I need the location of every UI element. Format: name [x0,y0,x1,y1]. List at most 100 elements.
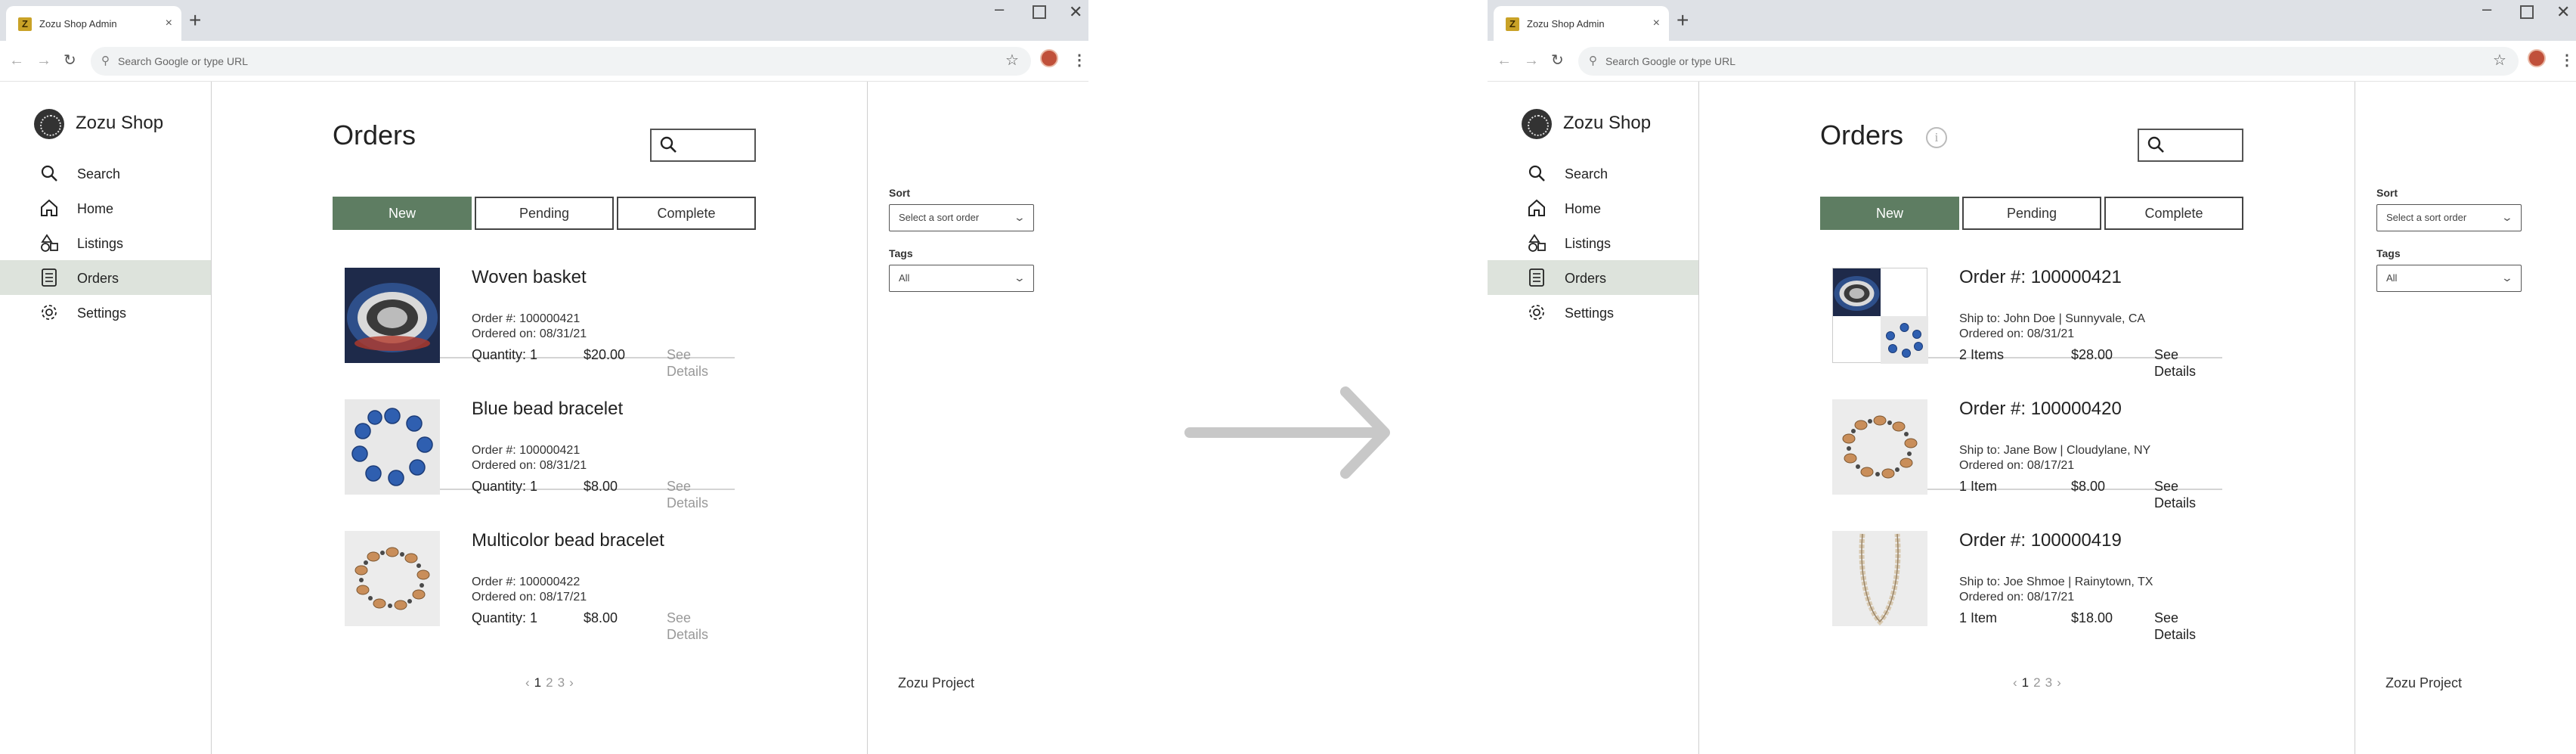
close-tab-icon[interactable]: × [1653,16,1660,31]
tab-pending[interactable]: Pending [1962,197,2101,230]
minimize-icon[interactable]: – [995,0,1004,18]
browser-tab[interactable]: Z Zozu Shop Admin × [6,6,181,41]
maximize-icon[interactable] [1033,5,1046,19]
search-input[interactable] [650,129,756,162]
maximize-icon[interactable] [2520,5,2534,19]
page-1[interactable]: 1 [534,675,541,690]
tab-new[interactable]: New [1820,197,1959,230]
list-item[interactable]: Woven basket Order #: 100000421 Ordered … [345,257,735,379]
see-details-link[interactable]: See Details [2154,346,2222,380]
search-input[interactable] [2138,129,2243,162]
sidebar-item-label: Search [77,166,121,182]
list-item[interactable]: Order #: 100000421 Ship to: John Doe | S… [1832,257,2222,379]
order-total: $8.00 [2071,479,2106,494]
see-details-link[interactable]: See Details [667,610,735,643]
item-price: $8.00 [584,610,618,625]
pagination: ‹ 1 2 3 › [523,675,576,691]
forward-icon[interactable]: → [36,51,51,70]
filter-panel: Sort Select a sort order ⌄ Tags All ⌄ Zo… [2355,82,2576,754]
tags-value: All [899,272,910,284]
prev-page-icon[interactable]: ‹ [2013,675,2017,690]
tab-complete[interactable]: Complete [617,197,756,230]
shapes-icon [1527,233,1547,253]
menu-dots-icon[interactable]: ⋮ [2559,50,2574,71]
list-item[interactable]: Blue bead bracelet Order #: 100000421 Or… [345,389,735,510]
bookmark-star-icon[interactable]: ☆ [2493,52,2506,69]
sidebar-item-search[interactable]: Search [1488,156,1698,191]
tab-pending[interactable]: Pending [475,197,614,230]
sidebar-item-search[interactable]: Search [0,156,211,191]
favicon-icon: Z [1506,17,1519,31]
sidebar-item-listings[interactable]: Listings [0,225,211,260]
new-tab-icon[interactable]: + [189,10,201,31]
bookmark-star-icon[interactable]: ☆ [1005,52,1019,69]
sidebar-item-orders[interactable]: Orders [0,260,211,295]
back-icon[interactable]: ← [9,51,24,70]
list-item[interactable]: Order #: 100000420 Ship to: Jane Bow | C… [1832,389,2222,510]
menu-dots-icon[interactable]: ⋮ [1072,50,1087,71]
product-image [345,268,440,363]
page-1[interactable]: 1 [2022,675,2029,690]
close-window-icon[interactable]: ✕ [1069,3,1082,21]
list-item[interactable]: Multicolor bead bracelet Order #: 100000… [345,520,735,642]
tags-select[interactable]: All ⌄ [2376,265,2522,292]
close-window-icon[interactable]: ✕ [2556,3,2570,21]
profile-avatar[interactable] [2528,49,2546,67]
page-3[interactable]: 3 [558,675,565,690]
order-status-tabs: New Pending Complete [1820,197,2243,230]
info-icon[interactable]: i [1926,127,1947,148]
tab-complete[interactable]: Complete [2104,197,2243,230]
pagination: ‹ 1 2 3 › [2011,675,2064,691]
order-date: Ordered on: 08/17/21 [1959,591,2075,604]
order-title: Order #: 100000420 [1959,399,2122,419]
see-details-link[interactable]: See Details [2154,610,2222,643]
next-page-icon[interactable]: › [569,675,574,690]
footer-text: Zozu Project [898,675,975,690]
sort-select[interactable]: Select a sort order ⌄ [889,204,1034,231]
address-bar[interactable]: ⚲ Search Google or type URL [1578,47,2519,76]
sidebar-item-label: Home [77,201,114,216]
forward-icon[interactable]: → [1524,51,1539,70]
new-tab-icon[interactable]: + [1677,10,1689,31]
browser-tabbar: Z Zozu Shop Admin × + – ✕ [0,0,1088,41]
sidebar-item-settings[interactable]: Settings [0,295,211,330]
see-details-link[interactable]: See Details [667,478,735,511]
footer-text: Zozu Project [2386,675,2463,690]
order-thumbnails [1832,268,1928,364]
order-number: Order #: 100000421 [472,312,581,325]
product-image [345,531,440,626]
reload-icon[interactable]: ↻ [1551,51,1564,70]
browser-tab[interactable]: Z Zozu Shop Admin × [1494,6,1669,41]
transition-arrow-icon [1184,386,1390,479]
back-icon[interactable]: ← [1497,51,1512,70]
page-3[interactable]: 3 [2045,675,2052,690]
sidebar-item-home[interactable]: Home [0,191,211,225]
sort-select[interactable]: Select a sort order ⌄ [2376,204,2522,231]
prev-page-icon[interactable]: ‹ [525,675,530,690]
address-bar[interactable]: ⚲ Search Google or type URL [91,47,1031,76]
ship-to: Ship to: John Doe | Sunnyvale, CA [1959,312,2146,325]
page-2[interactable]: 2 [2033,675,2040,690]
sidebar-item-home[interactable]: Home [1488,191,1698,225]
reload-icon[interactable]: ↻ [63,51,76,70]
sidebar-item-listings[interactable]: Listings [1488,225,1698,260]
tab-new[interactable]: New [333,197,472,230]
sidebar-item-label: Home [1565,201,1602,216]
tags-select[interactable]: All ⌄ [889,265,1034,292]
sidebar-item-orders[interactable]: Orders [1488,260,1698,295]
sidebar-item-settings[interactable]: Settings [1488,295,1698,330]
next-page-icon[interactable]: › [2057,675,2061,690]
product-image [345,399,440,495]
list-item[interactable]: Order #: 100000419 Ship to: Joe Shmoe | … [1832,520,2222,642]
order-number: Order #: 100000421 [472,444,581,457]
minimize-icon[interactable]: – [2482,0,2491,18]
page-2[interactable]: 2 [546,675,553,690]
close-tab-icon[interactable]: × [166,16,172,31]
see-details-link[interactable]: See Details [2154,478,2222,511]
tab-title: Zozu Shop Admin [39,18,117,29]
browser-toolbar: ← → ↻ ⚲ Search Google or type URL ☆ ⋮ [0,41,1088,82]
chevron-down-icon: ⌄ [1013,211,1026,223]
item-count: 1 Item [1959,610,1998,625]
profile-avatar[interactable] [1040,49,1058,67]
see-details-link[interactable]: See Details [667,346,735,380]
